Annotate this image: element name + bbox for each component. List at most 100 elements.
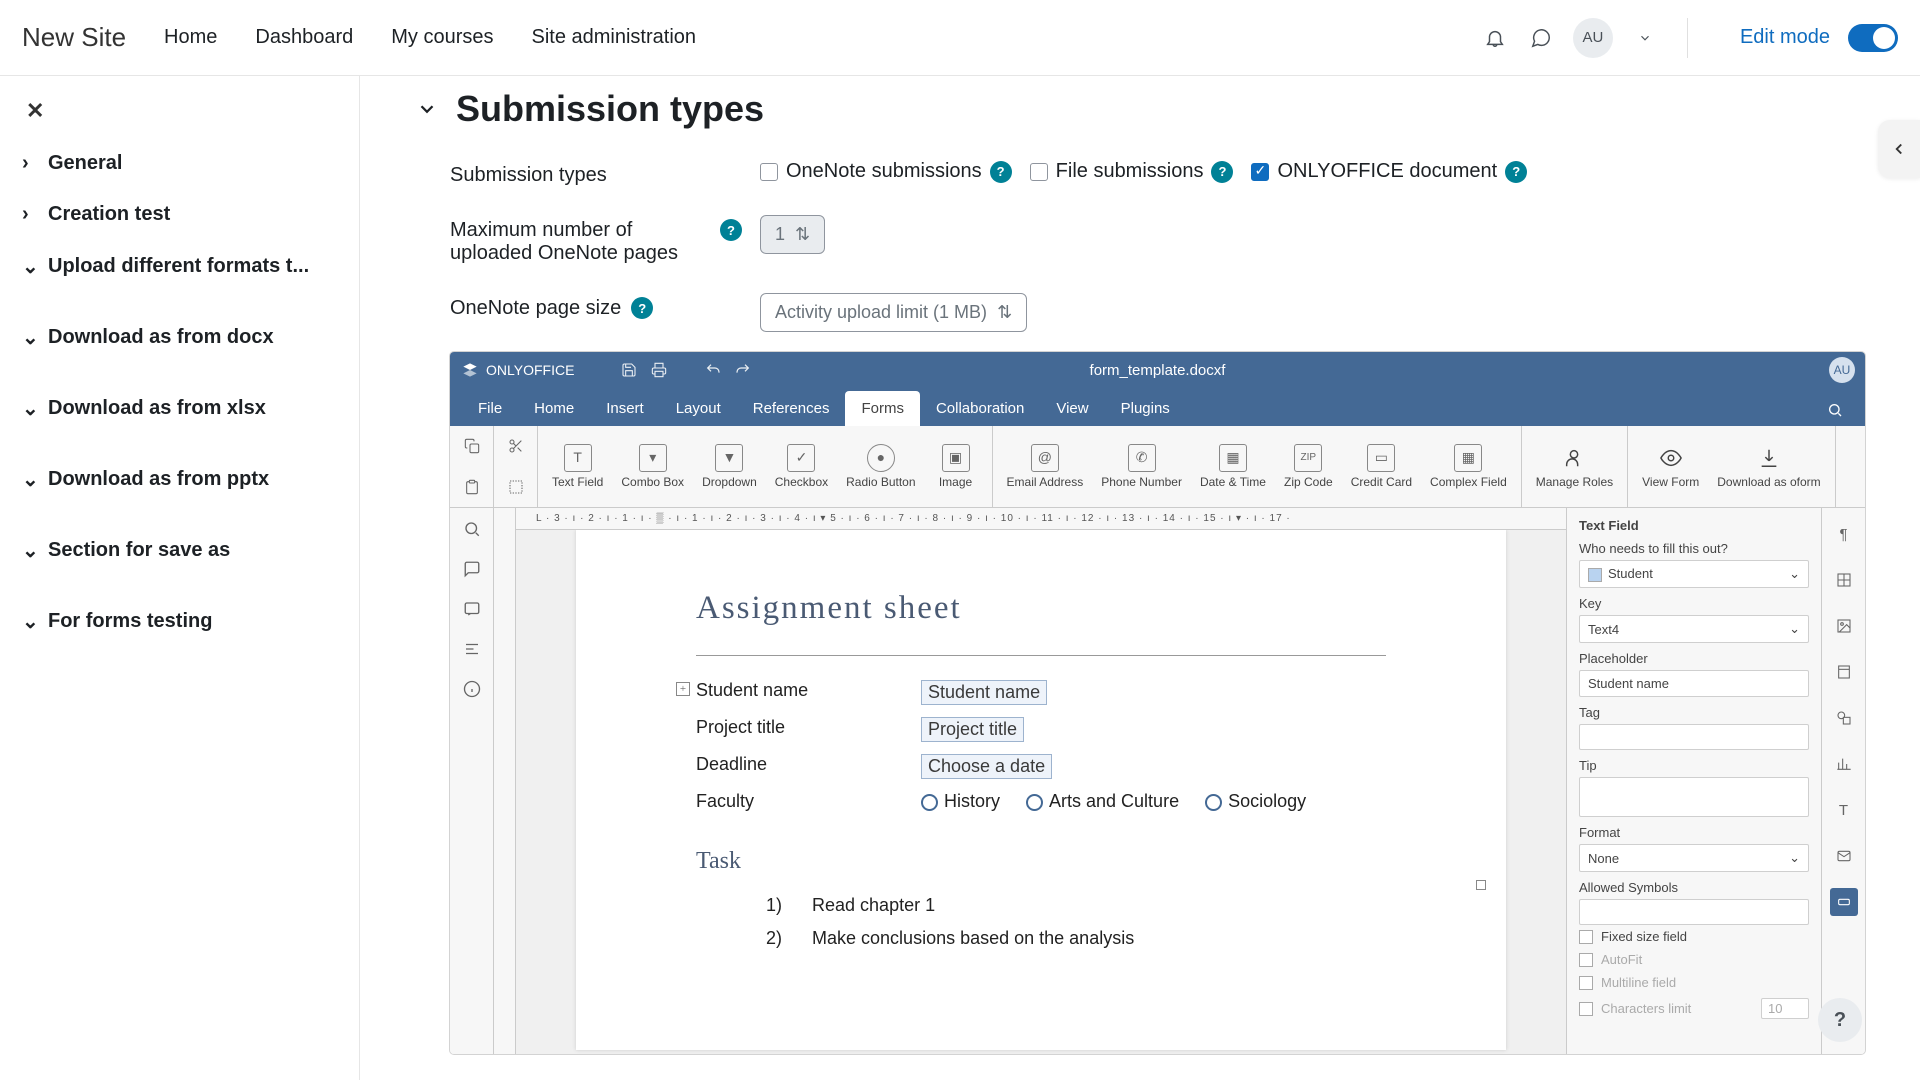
paste-icon[interactable] [450,467,493,508]
shape-icon[interactable] [1830,704,1858,732]
image-icon[interactable] [1830,612,1858,640]
search-icon[interactable] [1817,394,1853,426]
drawer-toggle[interactable] [1878,120,1920,178]
print-icon[interactable] [644,355,674,385]
rb-complex[interactable]: ▦Complex Field [1424,440,1513,493]
tab-layout[interactable]: Layout [660,391,737,426]
form-settings-icon[interactable] [1830,888,1858,916]
sidebar-item-dl-pptx[interactable]: ⌄Download as from pptx [10,453,349,506]
sidebar-item-dl-xlsx[interactable]: ⌄Download as from xlsx [10,382,349,435]
undo-icon[interactable] [698,355,728,385]
paragraph-icon[interactable]: ¶ [1830,520,1858,548]
site-brand[interactable]: New Site [22,22,126,53]
comments-icon[interactable] [463,560,481,578]
save-icon[interactable] [614,355,644,385]
copy-icon[interactable] [450,426,493,467]
placeholder-input[interactable]: Student name [1579,670,1809,697]
select-icon[interactable] [494,467,537,508]
who-select[interactable]: Student⌄ [1579,560,1809,588]
student-name-field[interactable]: Student name [921,680,1047,705]
key-input[interactable]: Text4⌄ [1579,615,1809,643]
table-icon[interactable] [1830,566,1858,594]
chevron-down-icon[interactable] [1631,24,1659,52]
rb-checkbox[interactable]: ✓Checkbox [769,440,834,493]
edit-mode-toggle[interactable] [1848,24,1898,52]
checkbox[interactable] [1251,163,1269,181]
rb-card[interactable]: ▭Credit Card [1345,440,1418,493]
chat-icon[interactable] [463,600,481,618]
sidebar-item-creation[interactable]: ›Creation test [10,189,349,240]
tab-file[interactable]: File [462,391,518,426]
user-avatar[interactable]: AU [1573,18,1613,58]
opt-onenote[interactable]: OneNote submissions? [760,160,1012,183]
radio-sociology[interactable]: Sociology [1205,791,1306,812]
help-icon[interactable]: ? [990,161,1012,183]
sidebar-item-forms[interactable]: ⌄For forms testing [10,595,349,648]
opt-onlyoffice[interactable]: ONLYOFFICE document? [1251,160,1527,183]
resize-handle-icon[interactable] [1476,880,1486,890]
tab-insert[interactable]: Insert [590,391,660,426]
help-icon[interactable]: ? [1211,161,1233,183]
rb-combo[interactable]: ▾Combo Box [615,440,690,493]
project-title-field[interactable]: Project title [921,717,1024,742]
tip-input[interactable] [1579,777,1809,817]
nav-dashboard[interactable]: Dashboard [255,26,353,49]
format-select[interactable]: None⌄ [1579,844,1809,872]
nav-mycourses[interactable]: My courses [391,26,493,49]
rb-date[interactable]: ▦Date & Time [1194,440,1272,493]
tab-forms[interactable]: Forms [845,391,920,426]
rb-dropdown[interactable]: ▼Dropdown [696,440,763,493]
rb-radio[interactable]: ●Radio Button [840,440,921,493]
find-icon[interactable] [463,520,481,538]
checkbox[interactable] [760,163,778,181]
rb-roles[interactable]: Manage Roles [1530,440,1619,493]
rb-zip[interactable]: ZIPZip Code [1278,440,1339,493]
rb-image[interactable]: ▣Image [928,440,984,493]
radio-arts[interactable]: Arts and Culture [1026,791,1179,812]
section-header[interactable]: Submission types [416,88,1920,130]
sidebar-item-saveas[interactable]: ⌄Section for save as [10,524,349,577]
tab-view[interactable]: View [1040,391,1104,426]
select-max-pages[interactable]: 1⇅ [760,215,825,254]
close-icon[interactable]: ✕ [26,98,349,124]
document-canvas[interactable]: Assignment sheet + Student nameStudent n… [516,530,1566,1054]
tab-references[interactable]: References [737,391,846,426]
textart-icon[interactable]: T [1830,796,1858,824]
select-page-size[interactable]: Activity upload limit (1 MB)⇅ [760,293,1027,332]
help-icon[interactable]: ? [720,219,742,241]
headings-icon[interactable] [463,640,481,658]
tab-plugins[interactable]: Plugins [1105,391,1186,426]
rb-email[interactable]: @Email Address [1001,440,1090,493]
tab-home[interactable]: Home [518,391,590,426]
rb-download-oform[interactable]: Download as oform [1711,440,1826,493]
chk-fixed[interactable]: Fixed size field [1579,925,1809,948]
chat-icon[interactable] [1527,24,1555,52]
mail-icon[interactable] [1830,842,1858,870]
help-icon[interactable]: ? [1505,161,1527,183]
sidebar-item-dl-docx[interactable]: ⌄Download as from docx [10,311,349,364]
help-button[interactable]: ? [1818,998,1862,1042]
radio-history[interactable]: History [921,791,1000,812]
help-icon[interactable]: ? [631,297,653,319]
oo-user-avatar[interactable]: AU [1829,357,1855,383]
rb-view-form[interactable]: View Form [1636,440,1705,493]
header-icon[interactable] [1830,658,1858,686]
allowed-input[interactable] [1579,899,1809,925]
rb-phone[interactable]: ✆Phone Number [1095,440,1188,493]
chart-icon[interactable] [1830,750,1858,778]
redo-icon[interactable] [728,355,758,385]
rb-text-field[interactable]: TText Field [546,440,609,493]
sidebar-item-upload[interactable]: ⌄Upload different formats t... [10,240,349,293]
oo-logo[interactable]: ONLYOFFICE [462,362,574,378]
deadline-field[interactable]: Choose a date [921,754,1052,779]
nav-home[interactable]: Home [164,26,217,49]
info-icon[interactable] [463,680,481,698]
table-handle-icon[interactable]: + [676,682,690,696]
checkbox[interactable] [1030,163,1048,181]
nav-siteadmin[interactable]: Site administration [532,26,697,49]
bell-icon[interactable] [1481,24,1509,52]
tag-input[interactable] [1579,724,1809,750]
opt-file[interactable]: File submissions? [1030,160,1234,183]
tab-collaboration[interactable]: Collaboration [920,391,1040,426]
sidebar-item-general[interactable]: ›General [10,138,349,189]
